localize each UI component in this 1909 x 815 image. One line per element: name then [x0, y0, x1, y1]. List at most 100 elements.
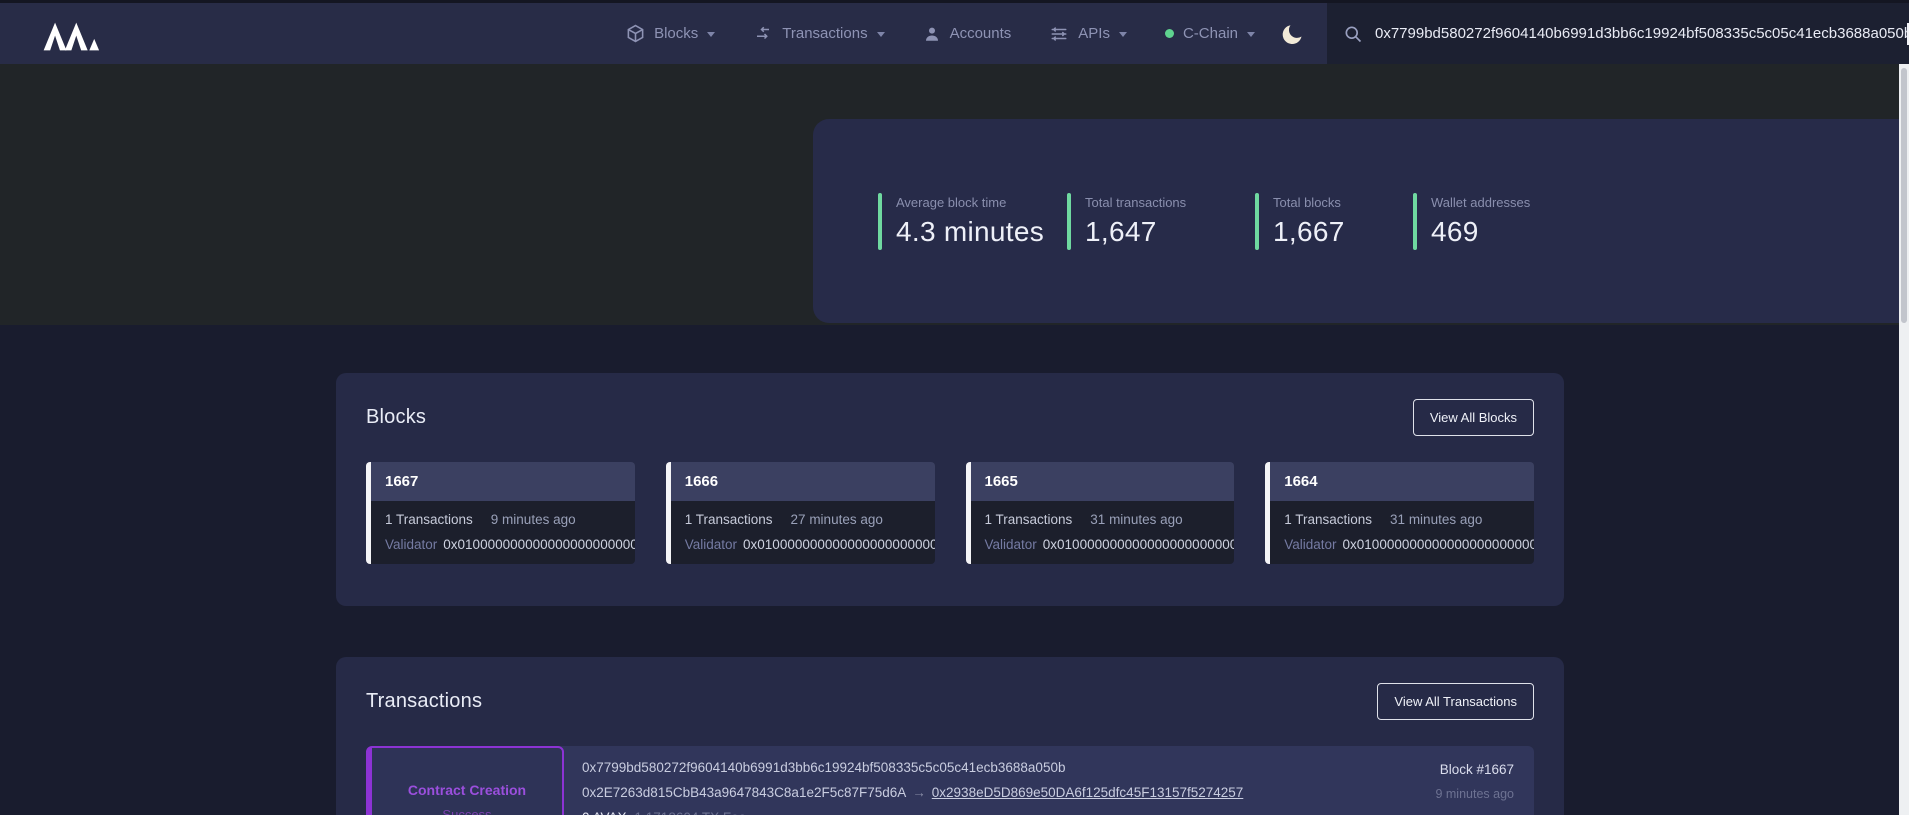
blocks-title: Blocks: [366, 406, 426, 429]
stat-label: Total transactions: [1085, 195, 1186, 210]
block-time-ago: 31 minutes ago: [1390, 512, 1482, 527]
block-tx-count: 1 Transactions: [685, 512, 773, 527]
block-tx-count: 1 Transactions: [1284, 512, 1372, 527]
main-content: Blocks View All Blocks 1667 1 Transactio…: [336, 373, 1564, 815]
blocks-panel: Blocks View All Blocks 1667 1 Transactio…: [336, 373, 1564, 606]
stat-label: Average block time: [896, 195, 1044, 210]
search-input[interactable]: [1375, 25, 1907, 42]
nav-item-accounts[interactable]: Accounts: [923, 25, 1012, 43]
block-cards-row: 1667 1 Transactions 9 minutes ago Valida…: [366, 462, 1534, 564]
transaction-details: 0x7799bd580272f9604140b6991d3bb6c19924bf…: [582, 746, 1534, 815]
transactions-title: Transactions: [366, 690, 482, 713]
hero-section: Average block time 4.3 minutes Total tra…: [0, 64, 1909, 325]
arrow-right-icon: →: [912, 785, 926, 800]
block-tx-count: 1 Transactions: [985, 512, 1073, 527]
nav-item-c-chain[interactable]: C-Chain: [1165, 25, 1255, 42]
validator-label: Validator: [685, 537, 737, 552]
nav-label-apis: APIs: [1078, 25, 1110, 42]
stat-value: 1,647: [1085, 216, 1186, 248]
to-address-link[interactable]: 0x2938eD5D869e50DA6f125dfc45F13157f52742…: [932, 785, 1244, 800]
transaction-block-link[interactable]: Block #1667: [1435, 762, 1514, 777]
view-all-blocks-button[interactable]: View All Blocks: [1413, 399, 1534, 436]
transactions-panel-header: Transactions View All Transactions: [366, 683, 1534, 720]
transfer-arrows-icon: [753, 25, 773, 43]
stat-total-transactions: Total transactions 1,647: [1067, 193, 1255, 250]
scrollbar-thumb[interactable]: [1901, 68, 1907, 323]
validator-label: Validator: [385, 537, 437, 552]
top-navbar: Blocks Transactions Accounts A: [0, 0, 1909, 64]
blocks-panel-header: Blocks View All Blocks: [366, 399, 1534, 436]
transaction-status-badge: Success: [442, 807, 491, 815]
stat-label: Total blocks: [1273, 195, 1345, 210]
view-all-transactions-button[interactable]: View All Transactions: [1377, 683, 1534, 720]
transaction-type: Contract Creation: [408, 782, 526, 798]
stat-accent-bar: [1413, 193, 1417, 250]
network-stats-panel: Average block time 4.3 minutes Total tra…: [813, 119, 1909, 323]
nav-label-transactions: Transactions: [782, 25, 867, 42]
dark-mode-toggle[interactable]: [1281, 22, 1305, 46]
transaction-meta: Block #1667 9 minutes ago: [1435, 762, 1514, 801]
chain-status-dot: [1165, 29, 1174, 38]
nav-item-transactions[interactable]: Transactions: [753, 25, 884, 43]
validator-address: 0x010000000000000000000000...: [1343, 537, 1534, 552]
cube-icon: [626, 24, 645, 43]
block-card-1664[interactable]: 1664 1 Transactions 31 minutes ago Valid…: [1265, 462, 1534, 564]
stat-value: 1,667: [1273, 216, 1345, 248]
block-card-body: 1 Transactions 31 minutes ago Validator 0…: [971, 501, 1235, 564]
transaction-amount: 0 AVAX: [582, 810, 627, 815]
stat-accent-bar: [1255, 193, 1259, 250]
validator-label: Validator: [1284, 537, 1336, 552]
block-number[interactable]: 1666: [671, 462, 935, 501]
stat-wallet-addresses: Wallet addresses 469: [1413, 193, 1530, 250]
stat-value: 4.3 minutes: [896, 216, 1044, 248]
validator-address: 0x010000000000000000000000...: [743, 537, 934, 552]
validator-address: 0x010000000000000000000000...: [1043, 537, 1234, 552]
sliders-icon: [1049, 25, 1069, 43]
nav-item-apis[interactable]: APIs: [1049, 25, 1127, 43]
stat-average-block-time: Average block time 4.3 minutes: [878, 193, 1067, 250]
block-card-body: 1 Transactions 9 minutes ago Validator 0x…: [371, 501, 635, 564]
stat-label: Wallet addresses: [1431, 195, 1530, 210]
nav-label-blocks: Blocks: [654, 25, 698, 42]
block-card-body: 1 Transactions 31 minutes ago Validator 0…: [1270, 501, 1534, 564]
block-time-ago: 31 minutes ago: [1090, 512, 1182, 527]
moon-icon: [1281, 22, 1305, 46]
search-icon: [1343, 24, 1363, 44]
avalanche-logo[interactable]: [42, 16, 104, 52]
nav-menu: Blocks Transactions Accounts A: [626, 24, 1255, 43]
block-number[interactable]: 1667: [371, 462, 635, 501]
block-number[interactable]: 1664: [1270, 462, 1534, 501]
block-card-body: 1 Transactions 27 minutes ago Validator 0…: [671, 501, 935, 564]
transaction-status-card: Contract Creation Success: [366, 746, 564, 815]
nav-label-c-chain: C-Chain: [1183, 25, 1238, 42]
stat-total-blocks: Total blocks 1,667: [1255, 193, 1413, 250]
validator-address: 0x010000000000000000000000...: [443, 537, 634, 552]
stat-accent-bar: [878, 193, 882, 250]
chevron-down-icon: [877, 32, 885, 37]
transactions-panel: Transactions View All Transactions Contr…: [336, 657, 1564, 815]
person-icon: [923, 25, 941, 43]
transaction-time-ago: 9 minutes ago: [1435, 787, 1514, 801]
page-scrollbar[interactable]: [1899, 64, 1909, 815]
block-time-ago: 27 minutes ago: [791, 512, 883, 527]
transaction-fee: 1.1718604 TX Fee: [635, 810, 747, 815]
search-bar[interactable]: [1327, 3, 1909, 64]
validator-label: Validator: [985, 537, 1037, 552]
block-number[interactable]: 1665: [971, 462, 1235, 501]
nav-item-blocks[interactable]: Blocks: [626, 24, 715, 43]
chevron-down-icon: [1247, 32, 1255, 37]
block-time-ago: 9 minutes ago: [491, 512, 576, 527]
block-tx-count: 1 Transactions: [385, 512, 473, 527]
from-address: 0x2E7263d815CbB43a9647843C8a1e2F5c87F75d…: [582, 785, 906, 800]
stat-accent-bar: [1067, 193, 1071, 250]
transaction-row[interactable]: Contract Creation Success 0x7799bd580272…: [366, 746, 1534, 815]
block-card-1665[interactable]: 1665 1 Transactions 31 minutes ago Valid…: [966, 462, 1235, 564]
chevron-down-icon: [1119, 32, 1127, 37]
stat-value: 469: [1431, 216, 1530, 248]
transaction-hash-link[interactable]: 0x7799bd580272f9604140b6991d3bb6c19924bf…: [582, 760, 1065, 775]
chevron-down-icon: [707, 32, 715, 37]
block-card-1667[interactable]: 1667 1 Transactions 9 minutes ago Valida…: [366, 462, 635, 564]
block-card-1666[interactable]: 1666 1 Transactions 27 minutes ago Valid…: [666, 462, 935, 564]
avalanche-logo-icon: [42, 16, 104, 52]
nav-label-accounts: Accounts: [950, 25, 1012, 42]
